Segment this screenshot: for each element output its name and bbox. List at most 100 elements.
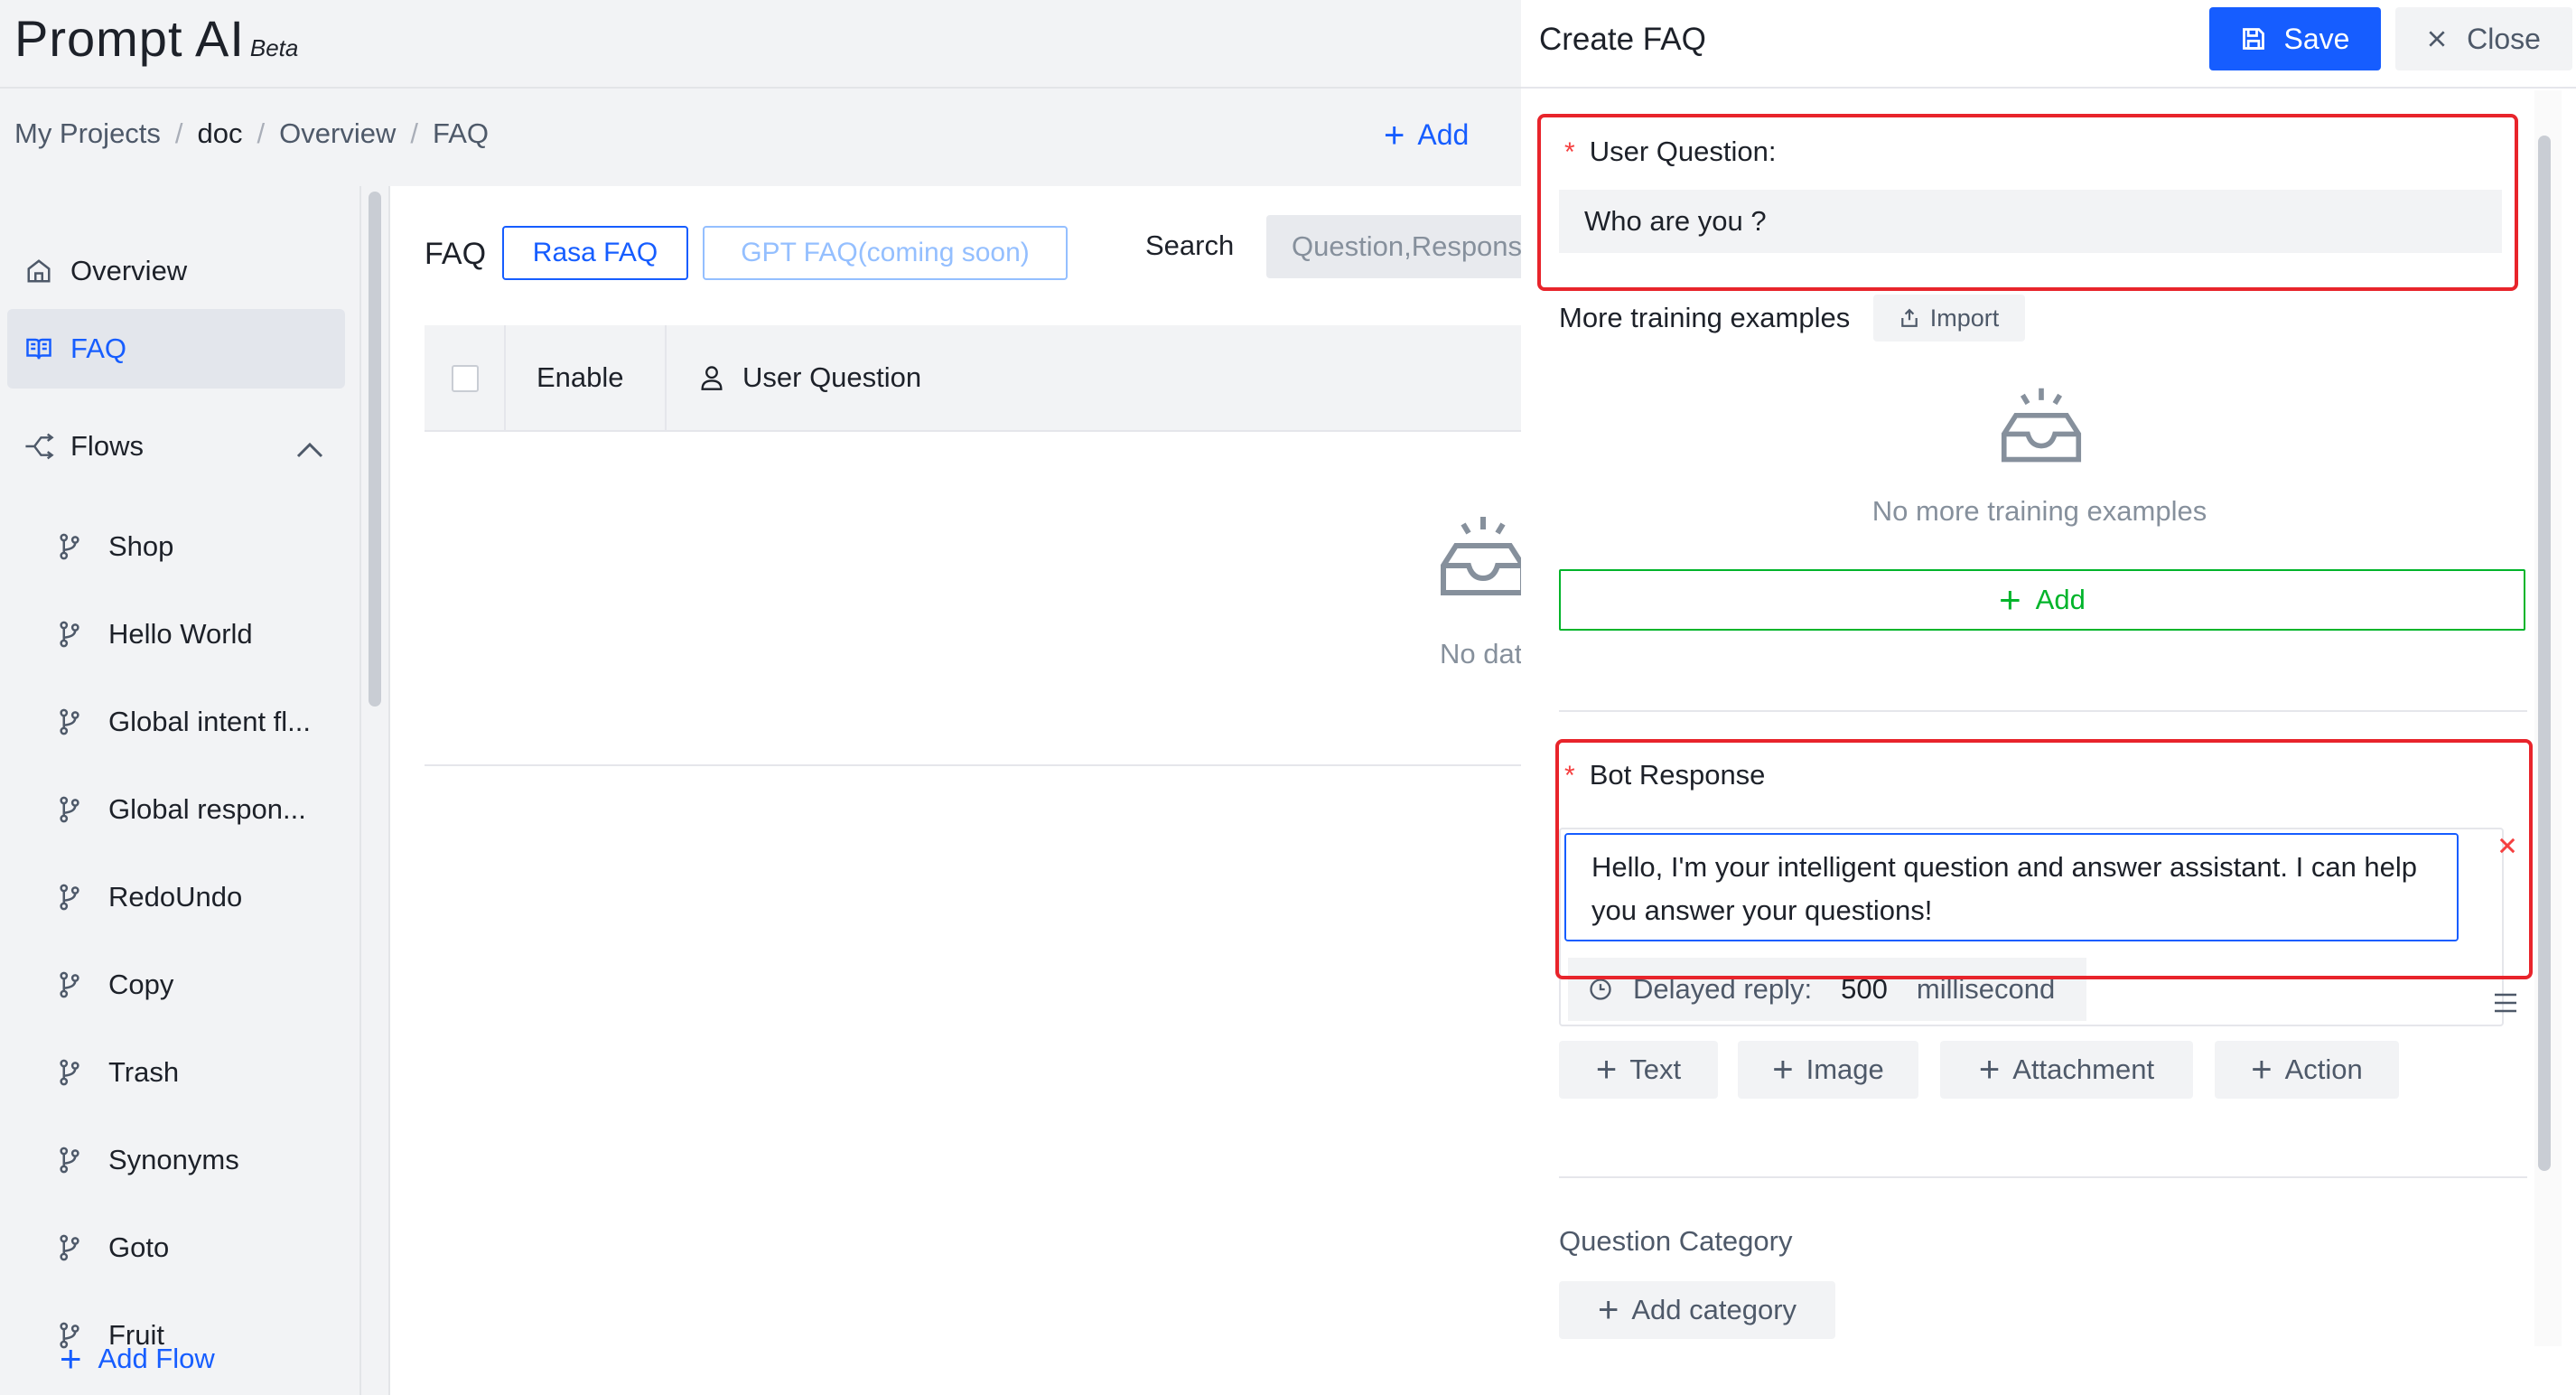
select-all-checkbox[interactable] <box>452 365 479 392</box>
add-image-button[interactable]: + Image <box>1738 1041 1918 1099</box>
book-icon <box>7 335 70 362</box>
flow-item-label: Shop <box>108 530 174 562</box>
question-category-label: Question Category <box>1559 1225 1793 1257</box>
breadcrumb-doc[interactable]: doc <box>198 117 243 149</box>
search-input[interactable] <box>1266 215 1537 278</box>
flow-item-global-response[interactable]: Global respon... <box>58 778 306 841</box>
clock-icon <box>1590 978 1611 1000</box>
empty-box-icon <box>1438 513 1528 604</box>
column-divider <box>665 325 667 432</box>
flow-item-label: Synonyms <box>108 1144 239 1175</box>
sidebar-item-overview[interactable]: Overview <box>7 231 345 311</box>
add-training-example-button[interactable]: + Add <box>1559 569 2525 631</box>
drag-handle-icon[interactable] <box>2493 992 2518 1018</box>
plus-icon: + <box>1597 1289 1619 1330</box>
tab-rasa-faq[interactable]: Rasa FAQ <box>502 226 688 280</box>
chevron-up-icon[interactable] <box>296 434 323 466</box>
branch-icon <box>58 533 108 560</box>
flow-item-redoundo[interactable]: RedoUndo <box>58 866 242 929</box>
add-flow-label: Add Flow <box>98 1343 215 1374</box>
app-title: Prompt AI <box>14 10 245 67</box>
highlight-box <box>1555 739 2533 979</box>
sidebar: Overview FAQ Flows Shop Hello World Glob… <box>0 186 361 1395</box>
sidebar-item-flows[interactable]: Flows <box>7 407 345 486</box>
app-background: Prompt AI Beta My Projects / doc / Overview / F… <box>0 0 1537 1395</box>
flow-item-label: Trash <box>108 1056 180 1088</box>
table-header: Enable User Question <box>425 325 1523 432</box>
flow-icon <box>7 433 70 460</box>
search-label: Search <box>1145 229 1235 261</box>
sidebar-item-faq[interactable]: FAQ <box>7 309 345 389</box>
add-attachment-button[interactable]: + Attachment <box>1940 1041 2193 1099</box>
highlight-box <box>1537 114 2518 291</box>
column-divider <box>504 325 506 432</box>
save-label: Save <box>2283 22 2350 55</box>
branch-icon <box>58 1147 108 1174</box>
close-button[interactable]: Close <box>2395 7 2572 70</box>
add-text-button[interactable]: + Text <box>1559 1041 1718 1099</box>
divider <box>1559 710 2527 712</box>
drawer-header: Create FAQ Save Close <box>1521 0 2576 89</box>
flow-item-shop[interactable]: Shop <box>58 515 173 578</box>
breadcrumb-my-projects[interactable]: My Projects <box>14 117 161 149</box>
breadcrumb-overview[interactable]: Overview <box>279 117 396 149</box>
add-action-button[interactable]: + Action <box>2215 1041 2399 1099</box>
plus-icon: + <box>1999 578 2021 621</box>
import-label: Import <box>1929 304 2000 332</box>
column-header-label: User Question <box>742 361 922 393</box>
flow-item-goto[interactable]: Goto <box>58 1216 169 1279</box>
home-icon <box>7 257 70 285</box>
sidebar-item-label: Overview <box>70 255 188 286</box>
branch-icon <box>58 971 108 998</box>
create-faq-drawer: Create FAQ Save Close *User Question: Mo… <box>1521 0 2576 1395</box>
add-faq-label: Add <box>1417 118 1470 151</box>
flow-item-synonyms[interactable]: Synonyms <box>58 1128 239 1192</box>
flow-item-label: Global respon... <box>108 793 306 825</box>
add-text-label: Text <box>1629 1053 1682 1085</box>
close-label: Close <box>2467 22 2541 55</box>
plus-icon: + <box>1978 1049 2001 1090</box>
flow-item-label: Goto <box>108 1231 170 1263</box>
branch-icon <box>58 621 108 648</box>
save-button[interactable]: Save <box>2209 7 2381 70</box>
flow-item-label: RedoUndo <box>108 881 243 913</box>
no-training-examples-text: No more training examples <box>1871 495 2207 527</box>
flow-item-label: Global intent fl... <box>108 706 312 737</box>
flow-item-trash[interactable]: Trash <box>58 1041 179 1104</box>
flow-item-global-intent[interactable]: Global intent fl... <box>58 690 311 754</box>
beta-badge: Beta <box>249 34 299 61</box>
empty-box-icon <box>1998 385 2085 471</box>
flow-item-copy[interactable]: Copy <box>58 953 173 1016</box>
sidebar-item-label: FAQ <box>70 332 127 364</box>
plus-icon: + <box>1772 1049 1794 1090</box>
column-header-user-question: User Question <box>699 361 921 394</box>
add-flow-button[interactable]: + Add Flow <box>60 1337 215 1381</box>
add-faq-button[interactable]: + Add <box>1384 116 1469 156</box>
divider <box>425 764 1523 766</box>
branch-icon <box>58 1059 108 1086</box>
add-category-button[interactable]: + Add category <box>1559 1281 1835 1339</box>
upload-icon <box>1900 308 1918 327</box>
branch-icon <box>58 1234 108 1261</box>
breadcrumb: My Projects / doc / Overview / FAQ <box>14 117 489 150</box>
sidebar-scrollbar[interactable] <box>369 192 381 707</box>
flow-item-label: Hello World <box>108 618 253 650</box>
drawer-scrollbar[interactable] <box>2538 136 2551 1171</box>
add-image-label: Image <box>1806 1053 1884 1085</box>
breadcrumb-faq: FAQ <box>432 117 489 149</box>
sidebar-item-label: Flows <box>70 430 144 462</box>
breadcrumb-separator: / <box>410 117 418 149</box>
tab-gpt-faq[interactable]: GPT FAQ(coming soon) <box>703 226 1068 280</box>
add-action-label: Action <box>2284 1053 2363 1085</box>
page-title: FAQ <box>425 237 487 271</box>
empty-state-text: No dat <box>1440 638 1523 669</box>
breadcrumb-separator: / <box>174 117 183 149</box>
user-icon <box>701 366 723 390</box>
add-category-label: Add category <box>1631 1294 1797 1325</box>
flow-item-hello-world[interactable]: Hello World <box>58 603 253 666</box>
import-button[interactable]: Import <box>1873 295 2025 342</box>
add-attachment-label: Attachment <box>2012 1053 2155 1085</box>
add-label: Add <box>2035 584 2086 615</box>
column-header-enable: Enable <box>537 361 624 393</box>
plus-icon: + <box>60 1337 82 1380</box>
